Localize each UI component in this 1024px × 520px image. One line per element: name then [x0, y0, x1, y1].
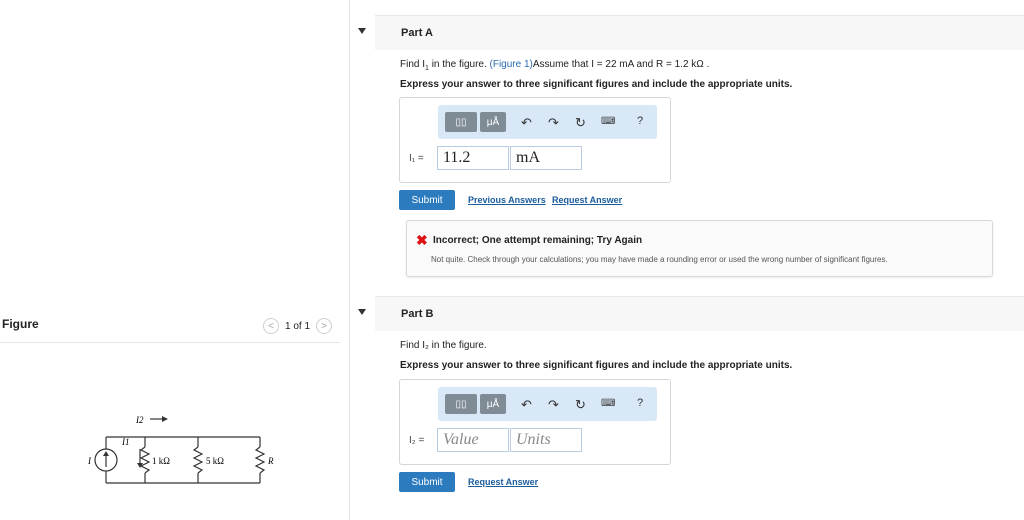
error-x-icon: ✖ — [416, 232, 428, 248]
r1-label: 1 kΩ — [152, 456, 170, 466]
redo-icon[interactable]: ↷ — [548, 397, 559, 413]
keyboard-icon[interactable]: ⌨ — [601, 398, 615, 409]
part-a-toolbar: ▯▯ μÅ ↶ ↷ ↻ ⌨ ? — [438, 105, 657, 139]
caret-down-icon — [358, 28, 366, 34]
circuit-diagram: I2 I1 I 1 kΩ 5 kΩ R — [87, 415, 274, 484]
pager-text: 1 of 1 — [285, 320, 311, 332]
i2-arrow — [162, 416, 168, 422]
templates-icon[interactable]: ▯▯ — [445, 112, 477, 132]
units-button[interactable]: μÅ — [480, 112, 506, 132]
part-a-title: Part A — [401, 27, 433, 39]
chevron-left-icon[interactable]: < — [263, 318, 279, 334]
units-button[interactable]: μÅ — [480, 394, 506, 414]
part-a-request-answer-link[interactable]: Request Answer — [552, 195, 622, 205]
part-b-title: Part B — [401, 308, 434, 320]
redo-icon[interactable]: ↷ — [548, 115, 559, 131]
templates-icon[interactable]: ▯▯ — [445, 394, 477, 414]
help-icon[interactable]: ? — [637, 115, 643, 127]
keyboard-icon[interactable]: ⌨ — [601, 116, 615, 127]
feedback-box: ✖ Incorrect; One attempt remaining; Try … — [406, 220, 993, 277]
reset-icon[interactable]: ↻ — [575, 115, 586, 131]
undo-icon[interactable]: ↶ — [521, 115, 532, 131]
r2-label: 5 kΩ — [206, 456, 224, 466]
reset-icon[interactable]: ↻ — [575, 397, 586, 413]
i2-label: I2 — [135, 415, 144, 425]
part-b-units-input[interactable]: Units — [510, 428, 582, 452]
undo-icon[interactable]: ↶ — [521, 397, 532, 413]
part-b-header[interactable]: Part B — [358, 296, 1024, 331]
part-b-submit-button[interactable]: Submit — [399, 472, 455, 492]
figure-link[interactable]: (Figure 1) — [490, 59, 533, 70]
part-a-instruction: Express your answer to three significant… — [400, 79, 793, 90]
source-arrow — [103, 451, 109, 456]
part-a-units-input[interactable]: mA — [510, 146, 582, 170]
r3-label: R — [267, 456, 274, 466]
question-panel: Part A Find I1 in the figure. (Figure 1)… — [350, 0, 1024, 520]
source-label: I — [87, 456, 92, 466]
help-icon[interactable]: ? — [637, 397, 643, 409]
caret-down-icon — [358, 309, 366, 315]
part-a-question: Find I1 in the figure. (Figure 1)Assume … — [400, 59, 710, 72]
part-a-answer-label: I₁ = — [409, 153, 424, 164]
part-b-value-input[interactable]: Value — [437, 428, 509, 452]
figure-panel: Figure < 1 of 1 > I2 I1 I 1 kΩ 5 kΩ R — [0, 0, 350, 520]
previous-answers-link[interactable]: Previous Answers — [468, 195, 546, 205]
part-b-answer-card: ▯▯ μÅ ↶ ↷ ↻ ⌨ ? I₂ = Value Units — [399, 379, 671, 465]
part-a-header[interactable]: Part A — [358, 15, 1024, 50]
figure-pager: < 1 of 1 > — [263, 318, 333, 334]
part-b-toolbar: ▯▯ μÅ ↶ ↷ ↻ ⌨ ? — [438, 387, 657, 421]
part-b-instruction: Express your answer to three significant… — [400, 360, 793, 371]
figure-divider — [0, 342, 340, 343]
part-a-submit-button[interactable]: Submit — [399, 190, 455, 210]
feedback-title: Incorrect; One attempt remaining; Try Ag… — [433, 235, 643, 246]
part-b-answer-label: I₂ = — [409, 435, 425, 446]
chevron-right-icon[interactable]: > — [316, 318, 333, 334]
part-a-answer-card: ▯▯ μÅ ↶ ↷ ↻ ⌨ ? I₁ = 11.2 mA — [399, 97, 671, 183]
feedback-message: Not quite. Check through your calculatio… — [431, 255, 888, 264]
part-b-question: Find I₂ in the figure. — [400, 340, 487, 351]
figure-title: Figure — [2, 317, 39, 331]
i1-label: I1 — [121, 437, 130, 447]
part-a-value-input[interactable]: 11.2 — [437, 146, 509, 170]
part-b-request-answer-link[interactable]: Request Answer — [468, 477, 538, 487]
